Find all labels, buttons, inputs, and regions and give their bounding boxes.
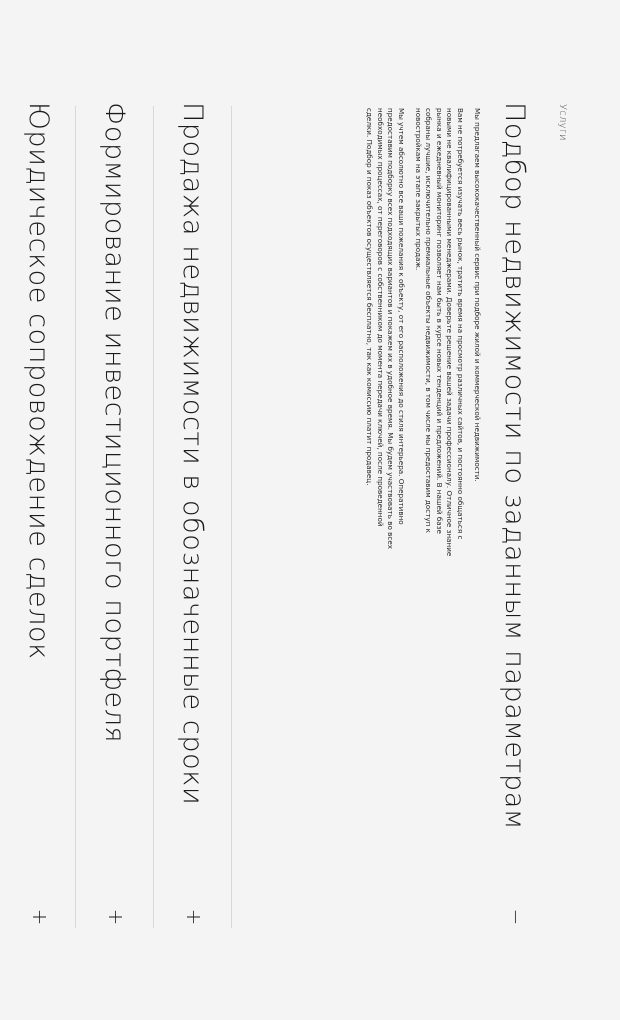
services-page: Услуги Подбор недвижимости по заданным п… — [0, 0, 620, 1020]
accordion-title: Формирование инвестиционного портфеля — [99, 102, 130, 744]
expand-icon[interactable]: + — [182, 906, 206, 928]
divider — [153, 106, 154, 928]
accordion-paragraph: Мы предлагаем высококачественный сервис … — [473, 108, 482, 482]
section-label: Услуги — [557, 104, 568, 141]
collapse-icon[interactable]: − — [504, 906, 528, 928]
accordion-item-investment-portfolio[interactable]: Формирование инвестиционного портфеля + — [90, 98, 130, 928]
accordion-body: Мы предлагаем высококачественный сервис … — [357, 108, 482, 558]
expand-icon[interactable]: + — [104, 906, 128, 928]
accordion-title: Продажа недвижимости в обозначенные срок… — [177, 102, 208, 806]
expand-icon[interactable]: + — [28, 906, 52, 928]
accordion-paragraph: Вам не потребуется изучать весь рынок, т… — [413, 108, 465, 557]
accordion-item-legal-support[interactable]: Юридическое сопровождение сделок + — [14, 98, 54, 928]
divider — [75, 106, 76, 928]
accordion-title: Подбор недвижимости по заданным параметр… — [499, 102, 530, 830]
accordion-title: Юридическое сопровождение сделок — [23, 102, 54, 660]
accordion-paragraph: Мы учтем абсолютно все ваши пожелания к … — [365, 108, 406, 550]
accordion-header[interactable]: Подбор недвижимости по заданным параметр… — [492, 98, 532, 928]
accordion-item-sale-on-time[interactable]: Продажа недвижимости в обозначенные срок… — [168, 98, 208, 928]
divider — [231, 106, 232, 928]
